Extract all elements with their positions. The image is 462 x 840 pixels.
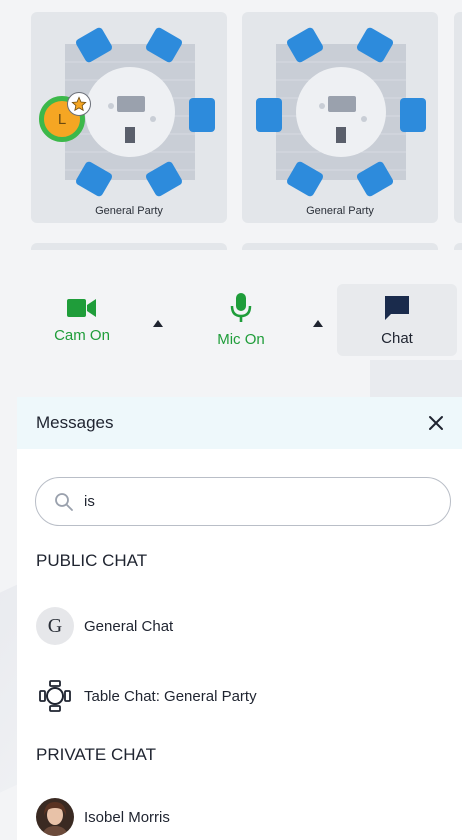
user-photo-avatar <box>36 798 74 836</box>
room-label: General Party <box>306 205 374 217</box>
mic-on-label: Mic On <box>217 330 265 348</box>
messages-panel: Messages PUBLIC CHAT G General Chat <box>17 397 462 840</box>
chat-bubble-icon <box>385 295 409 320</box>
chat-label: Chat <box>381 329 413 347</box>
private-chat-heading: PRIVATE CHAT <box>36 745 156 764</box>
media-toolbar: Cam On Mic On Chat <box>0 284 462 358</box>
messages-title: Messages <box>36 413 114 432</box>
room-card-partial[interactable] <box>454 12 462 223</box>
search-icon <box>55 492 73 511</box>
chat-item-name: Table Chat: General Party <box>84 687 257 705</box>
table-icon <box>39 680 71 712</box>
search-box[interactable] <box>35 477 451 526</box>
cam-options-caret-icon[interactable] <box>152 318 164 328</box>
cam-on-button[interactable]: Cam On <box>26 284 138 356</box>
search-input[interactable] <box>84 493 424 510</box>
room-card[interactable]: L General Party <box>31 12 227 223</box>
participant-initial: L <box>57 110 67 128</box>
chat-item-name: Isobel Morris <box>84 808 170 826</box>
star-icon <box>67 92 91 116</box>
video-camera-icon <box>67 298 96 317</box>
chat-item-name: General Chat <box>84 617 174 635</box>
chat-item-general[interactable]: G General Chat <box>36 606 173 646</box>
room-card-partial[interactable] <box>31 243 227 250</box>
mic-on-button[interactable]: Mic On <box>186 284 296 356</box>
room-card-partial[interactable] <box>454 243 462 250</box>
room-card-partial[interactable] <box>242 243 438 250</box>
close-icon <box>429 416 443 430</box>
chat-avatar: G <box>36 607 74 645</box>
table-illustration <box>256 27 426 197</box>
room-grid: L General Party General Party <box>0 0 462 250</box>
room-card[interactable]: General Party <box>242 12 438 223</box>
chat-button[interactable]: Chat <box>337 284 457 356</box>
microphone-icon <box>230 292 252 322</box>
close-button[interactable] <box>426 413 446 433</box>
messages-header: Messages <box>17 397 462 449</box>
public-chat-heading: PUBLIC CHAT <box>36 551 148 570</box>
cam-on-label: Cam On <box>54 326 110 344</box>
room-label: General Party <box>95 205 163 217</box>
mic-options-caret-icon[interactable] <box>312 318 324 328</box>
chat-item-isobel[interactable]: Isobel Morris <box>36 797 170 837</box>
chat-item-table[interactable]: Table Chat: General Party <box>36 676 257 716</box>
chat-avatar-initial: G <box>47 614 63 637</box>
